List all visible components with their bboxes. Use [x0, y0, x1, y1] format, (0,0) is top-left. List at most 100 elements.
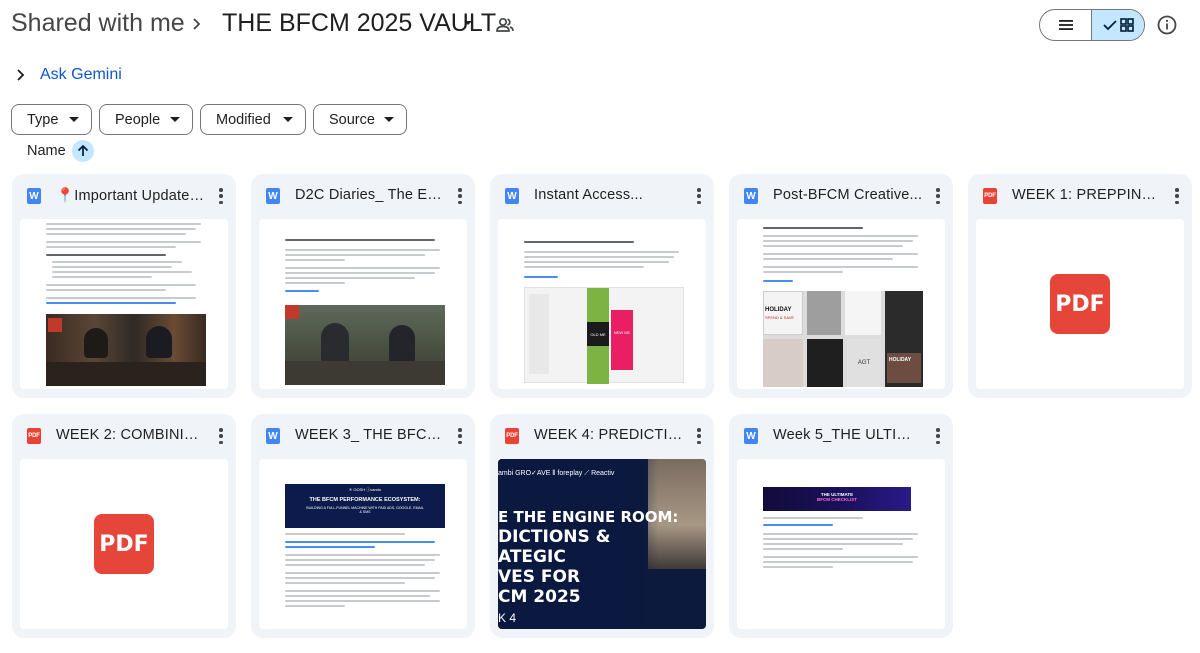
ask-gemini-label: Ask Gemini [40, 66, 122, 83]
filter-source[interactable]: Source [313, 104, 407, 135]
file-card-header: W 📍Important Update - ... [12, 174, 236, 218]
more-options-icon[interactable] [457, 188, 463, 204]
grid-icon [1120, 18, 1134, 32]
more-options-icon[interactable] [218, 428, 224, 444]
doc-preview [285, 219, 445, 389]
agt-label: AGT [847, 339, 881, 387]
video-thumbnail-image [46, 314, 206, 386]
holiday-label: HOLIDAY [765, 307, 792, 313]
filter-people[interactable]: People [99, 104, 193, 135]
more-options-icon[interactable] [218, 188, 224, 204]
list-icon [1058, 20, 1073, 30]
file-title: 📍Important Update - ... [56, 188, 206, 204]
ask-gemini-row[interactable]: Ask Gemini [12, 62, 122, 88]
caret-down-icon [170, 117, 180, 122]
file-title: Post-BFCM Creative... [773, 187, 923, 203]
more-options-icon[interactable] [696, 188, 702, 204]
pdf-file-icon: PDF [27, 428, 41, 444]
cover-week-number: K 4 [498, 611, 517, 625]
more-options-icon[interactable] [696, 428, 702, 444]
doc-preview: OLD ME NEW ME [524, 219, 684, 389]
filter-type[interactable]: Type [11, 104, 92, 135]
pdf-placeholder-icon: PDF [1050, 274, 1110, 334]
word-doc-icon: W [505, 188, 519, 204]
file-card[interactable]: W Week 5_THE ULTIMAT... THE ULTIMATE BFC… [729, 414, 953, 638]
doc-preview: THE ULTIMATE BFCM CHECKLIST [763, 459, 923, 629]
caret-down-icon[interactable] [461, 18, 475, 28]
file-thumbnail [259, 219, 467, 389]
more-options-icon[interactable] [457, 428, 463, 444]
banner-title: THE BFCM PERFORMANCE ECOSYSTEM: [309, 497, 421, 503]
filter-modified[interactable]: Modified [200, 104, 306, 135]
file-card[interactable]: PDF WEEK 1: PREPPING T... PDF [968, 174, 1192, 398]
moodboard-image: HOLIDAY SPEND & SAVE AGT HOLIDAY [763, 291, 923, 387]
word-doc-icon: W [266, 188, 280, 204]
file-card[interactable]: W Instant Access... OLD ME NEW ME [490, 174, 714, 398]
cover-line-5: CM 2025 [498, 587, 581, 607]
spend-save-label: SPEND & SAVE [765, 315, 795, 320]
file-thumbnail: PDF [976, 219, 1184, 389]
caret-down-icon [69, 117, 79, 122]
file-thumbnail: ✳ OOSH ⓘcamtu THE BFCM PERFORMANCE ECOSY… [259, 459, 467, 629]
more-options-icon[interactable] [935, 428, 941, 444]
header: Shared with me THE BFCM 2025 VAULT [0, 0, 1200, 52]
chevron-right-icon [193, 18, 201, 30]
file-card-header: W Week 5_THE ULTIMAT... [729, 414, 953, 458]
people-icon[interactable] [494, 14, 516, 36]
filter-type-label: Type [27, 111, 59, 128]
file-title: WEEK 3_ THE BFCM... [295, 427, 445, 443]
check-icon [1103, 20, 1117, 31]
file-card-header: PDF WEEK 4: PREDICTION... [490, 414, 714, 458]
more-options-icon[interactable] [935, 188, 941, 204]
caret-down-icon [384, 117, 394, 122]
file-title: WEEK 2: COMBINING... [56, 427, 206, 443]
breadcrumb-shared-with-me[interactable]: Shared with me [11, 9, 185, 38]
info-icon[interactable] [1156, 14, 1178, 36]
cover-line-4: VES FOR [498, 567, 581, 587]
file-card[interactable]: PDF WEEK 2: COMBINING... PDF [12, 414, 236, 638]
cover-line-3: ATEGIC [498, 547, 566, 567]
holiday-label-2: HOLIDAY [887, 353, 921, 383]
file-card-header: W D2C Diaries_ The Exa... [251, 174, 475, 218]
list-view-button[interactable] [1040, 10, 1091, 40]
file-thumbnail: HOLIDAY SPEND & SAVE AGT HOLIDAY [737, 219, 945, 389]
file-card-header: W Post-BFCM Creative... [729, 174, 953, 218]
file-card[interactable]: W Post-BFCM Creative... HOLIDAY SPEND & … [729, 174, 953, 398]
word-doc-icon: W [744, 428, 758, 444]
doc-banner-image: THE ULTIMATE BFCM CHECKLIST [763, 487, 911, 511]
file-thumbnail: PDF [20, 459, 228, 629]
doc-preview: ✳ OOSH ⓘcamtu THE BFCM PERFORMANCE ECOSY… [285, 459, 445, 629]
file-title: WEEK 4: PREDICTION... [534, 427, 684, 443]
file-thumbnail: OLD ME NEW ME [498, 219, 706, 389]
file-card-header: PDF WEEK 2: COMBINING... [12, 414, 236, 458]
pdf-placeholder-icon: PDF [94, 514, 154, 574]
old-me-label: OLD ME [587, 322, 609, 346]
file-card[interactable]: W D2C Diaries_ The Exa... [251, 174, 475, 398]
view-toggle [1039, 9, 1145, 41]
file-card[interactable]: W 📍Important Update - ... [12, 174, 236, 398]
grid-view-button[interactable] [1091, 10, 1144, 40]
caret-down-icon [283, 117, 293, 122]
word-doc-icon: W [266, 428, 280, 444]
filter-source-label: Source [329, 111, 375, 128]
file-title: WEEK 1: PREPPING T... [1012, 187, 1162, 203]
banner-subtitle: BUILDING A FULL-FUNNEL MACHINE WITH PAID… [306, 506, 424, 514]
filter-people-label: People [115, 111, 161, 128]
doc-preview: HOLIDAY SPEND & SAVE AGT HOLIDAY [763, 219, 923, 389]
file-card-header: PDF WEEK 1: PREPPING T... [968, 174, 1192, 218]
arrow-up-icon [77, 144, 88, 156]
new-me-label: NEW ME [613, 329, 631, 335]
sort-direction-button[interactable] [71, 140, 94, 162]
video-thumbnail-image [285, 305, 445, 385]
cover-line-1: E THE ENGINE ROOM: [498, 508, 679, 526]
sort-by-name[interactable]: Name [27, 139, 94, 163]
file-card[interactable]: PDF WEEK 4: PREDICTION... ambi GRO✓AVE ⦀… [490, 414, 714, 638]
word-doc-icon: W [744, 188, 758, 204]
file-card-header: W Instant Access... [490, 174, 714, 218]
more-options-icon[interactable] [1174, 188, 1180, 204]
word-doc-icon: W [27, 188, 41, 204]
cover-line-2: DICTIONS & [498, 527, 611, 547]
sort-label: Name [27, 143, 66, 159]
file-card[interactable]: W WEEK 3_ THE BFCM... ✳ OOSH ⓘcamtu THE … [251, 414, 475, 638]
breadcrumb-current-folder[interactable]: THE BFCM 2025 VAULT [222, 9, 496, 38]
